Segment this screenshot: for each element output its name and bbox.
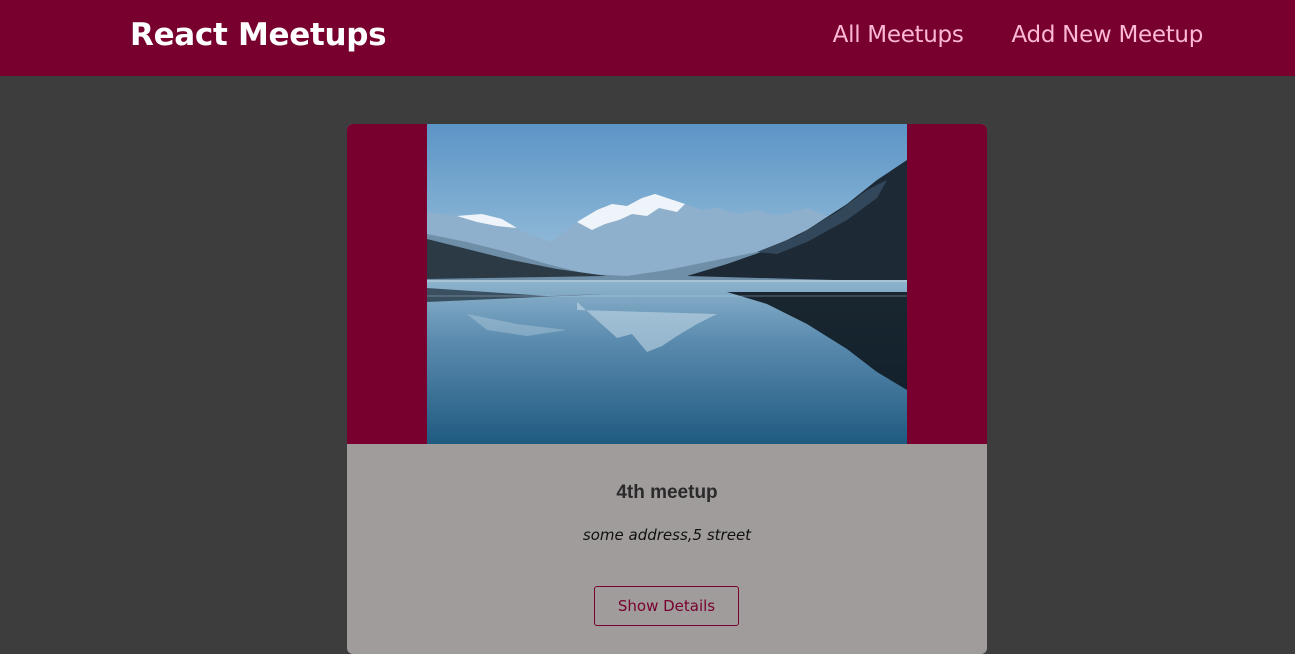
- meetup-card: 4th meetup some address,5 street Show De…: [347, 124, 987, 654]
- show-details-button[interactable]: Show Details: [594, 586, 739, 626]
- meetup-image-frame: [347, 124, 987, 444]
- meetup-address: some address,5 street: [582, 526, 752, 544]
- main-header: React Meetups All Meetups Add New Meetup: [0, 0, 1295, 76]
- app-logo: React Meetups: [130, 17, 387, 53]
- nav-link-add-new-meetup[interactable]: Add New Meetup: [1012, 22, 1204, 48]
- meetup-image: [427, 124, 907, 444]
- meetup-title: 4th meetup: [616, 482, 718, 503]
- main-nav: All Meetups Add New Meetup: [833, 22, 1204, 48]
- nav-link-all-meetups[interactable]: All Meetups: [833, 22, 964, 48]
